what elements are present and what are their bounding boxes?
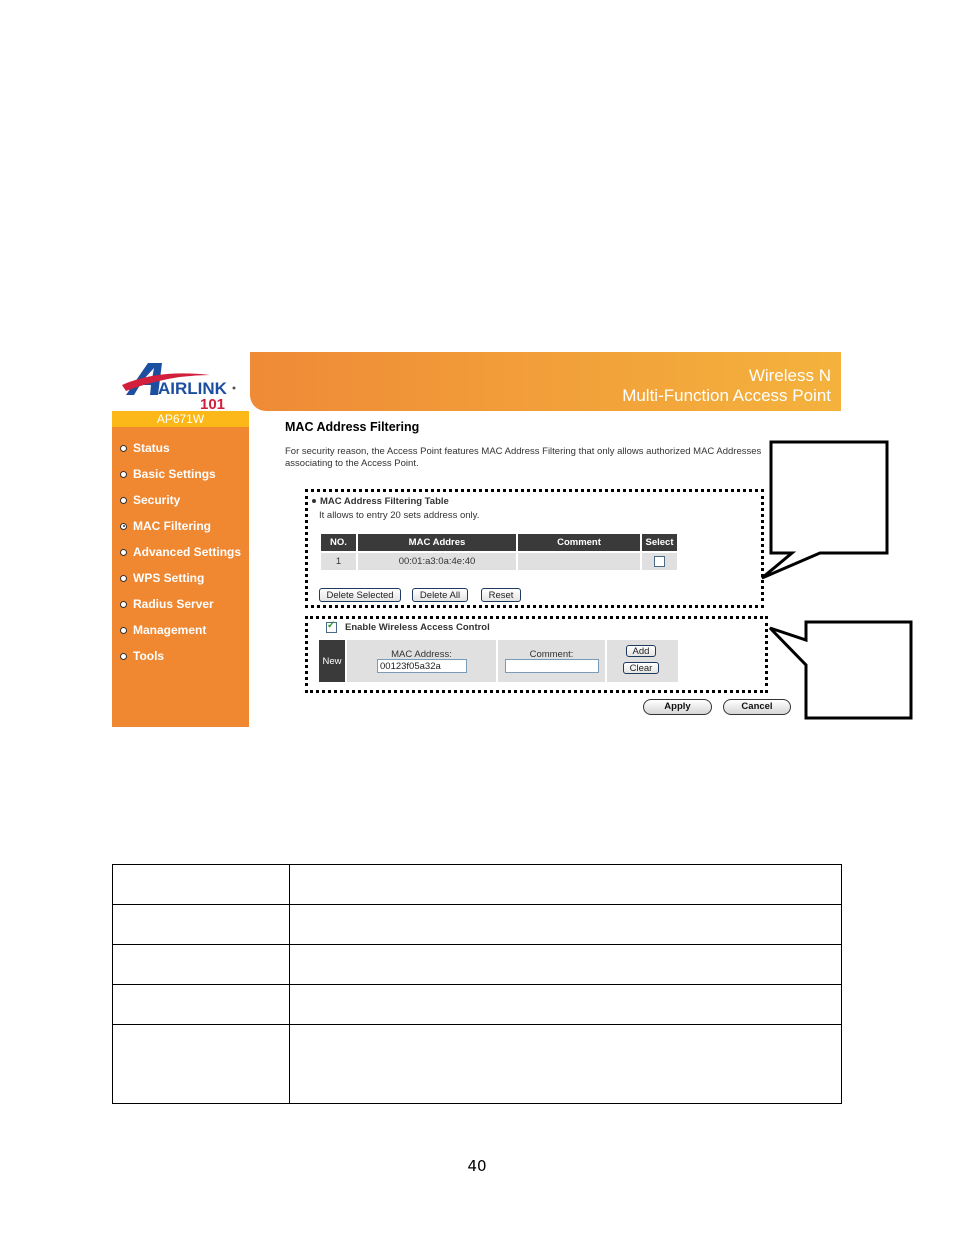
table-cell (289, 864, 842, 905)
table-row (112, 904, 842, 945)
table-row (112, 1024, 842, 1104)
table-row (112, 944, 842, 985)
table-cell (112, 864, 290, 905)
table-cell (289, 904, 842, 945)
table-cell (112, 944, 290, 985)
table-cell (112, 904, 290, 945)
table-cell (112, 984, 290, 1025)
page-number: 40 (467, 1157, 487, 1175)
table-cell (112, 1024, 290, 1104)
table-cell (289, 944, 842, 985)
table-row (112, 984, 842, 1025)
table-row (112, 864, 842, 905)
table-cell (289, 1024, 842, 1104)
description-table (112, 864, 842, 1104)
table-cell (289, 984, 842, 1025)
